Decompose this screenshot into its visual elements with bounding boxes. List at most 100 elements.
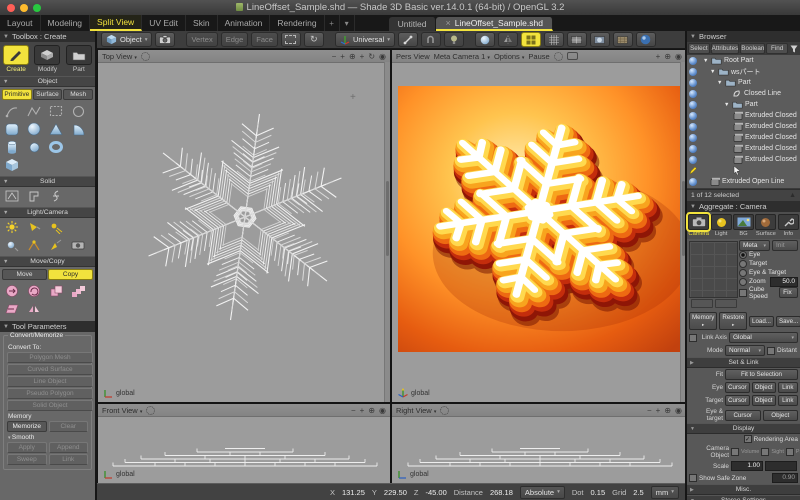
sphere-primitive[interactable]: [25, 121, 43, 137]
convert-polygon-mesh-button[interactable]: Polygon Mesh: [7, 352, 93, 363]
safe-zone-field[interactable]: 0.90: [772, 473, 798, 483]
safe-zone-checkbox[interactable]: [689, 474, 697, 482]
eye-object-button[interactable]: Object: [752, 382, 776, 393]
pan-icon[interactable]: +: [360, 52, 365, 61]
browser-tab-select[interactable]: Select: [688, 43, 710, 54]
texture-display-button[interactable]: [613, 32, 633, 47]
tab-copy[interactable]: Copy: [48, 269, 93, 280]
tab-skin[interactable]: Skin: [186, 15, 218, 31]
memory-button[interactable]: Memory ▸: [689, 312, 717, 330]
misc-section-header[interactable]: ▶Misc.: [687, 484, 800, 495]
pers-magnify-icon[interactable]: ◉: [675, 52, 682, 61]
eye-target-cursor-button[interactable]: Cursor: [725, 410, 761, 421]
camera-create-tool[interactable]: [69, 237, 87, 253]
top-view-scrollbar[interactable]: [384, 62, 390, 402]
top-view-title-dropdown[interactable]: Top View ▾: [102, 52, 137, 61]
zoom-out-icon[interactable]: −: [332, 52, 337, 61]
front-magnify-icon[interactable]: ◉: [379, 406, 386, 415]
magnify-icon[interactable]: ◉: [379, 52, 386, 61]
pen-curve-tool[interactable]: [3, 103, 21, 119]
face-mode-button[interactable]: Face: [251, 32, 278, 47]
visibility-toggle[interactable]: [689, 101, 697, 109]
visibility-toggle[interactable]: [689, 79, 697, 87]
doc-tab-untitled[interactable]: Untitled: [389, 17, 437, 31]
polyline-tool[interactable]: [25, 103, 43, 119]
rotate-tool-button[interactable]: ↻: [304, 32, 324, 47]
tab-layout[interactable]: Layout: [0, 15, 41, 31]
convert-solid-object-button[interactable]: Solid Object: [7, 400, 93, 411]
directional-light-tool[interactable]: [47, 237, 65, 253]
vertex-mode-button[interactable]: Vertex: [186, 32, 217, 47]
tab-move[interactable]: Move: [2, 269, 47, 280]
aggregate-tab-info[interactable]: Info: [778, 214, 799, 237]
radio-target[interactable]: Target: [739, 259, 798, 268]
front-zoom-out-icon[interactable]: −: [351, 406, 356, 415]
save-button[interactable]: Save...: [776, 316, 800, 327]
browser-tab-find[interactable]: Find: [766, 43, 788, 54]
toolbox-tab-modify[interactable]: Modify: [32, 44, 62, 74]
viewport-right[interactable]: Right View ▾ − + ⊕ ◉ global: [391, 403, 687, 484]
mode-dropdown[interactable]: Normal▾: [725, 345, 765, 356]
preview-button-1[interactable]: [691, 299, 713, 308]
tab-mesh[interactable]: Mesh: [63, 89, 93, 100]
right-zoom-in-icon[interactable]: +: [656, 406, 661, 415]
camera-select-dropdown[interactable]: Meta Camera 1 ▾: [434, 52, 490, 61]
cube-primitive[interactable]: [3, 157, 21, 173]
target-link-button[interactable]: Link: [778, 395, 798, 406]
browser-tab-attributes[interactable]: Attributes: [711, 43, 740, 54]
light-camera-section-header[interactable]: ▼Light/Camera: [0, 207, 95, 218]
restore-button[interactable]: Restore ▸: [719, 312, 747, 330]
grid-toggle-button[interactable]: [544, 32, 564, 47]
target-object-button[interactable]: Object: [752, 395, 776, 406]
copy-translate-tool[interactable]: [3, 283, 21, 299]
options-dropdown[interactable]: Options ▾: [494, 52, 524, 61]
preview-button-2[interactable]: [715, 299, 737, 308]
tab-modeling[interactable]: Modeling: [41, 15, 91, 31]
lightbulb-button[interactable]: [444, 32, 464, 47]
stereo-section-header[interactable]: ▼Stereo Settings: [687, 495, 800, 500]
solid-section-header[interactable]: ▼Solid: [0, 176, 95, 187]
circle-tool[interactable]: [69, 103, 87, 119]
cylinder-primitive[interactable]: [3, 139, 21, 155]
tree-row-root-part[interactable]: ▼Root Part: [687, 55, 800, 66]
visibility-toggle[interactable]: [689, 178, 697, 186]
eye-link-button[interactable]: Link: [778, 382, 798, 393]
target-cursor-button[interactable]: Cursor: [725, 395, 750, 406]
tree-row-part-2[interactable]: ▼Part: [687, 99, 800, 110]
clear-button[interactable]: Clear: [49, 421, 89, 432]
copy-shear-tool[interactable]: [3, 301, 21, 317]
tool-parameters-header[interactable]: ▼Tool Parameters: [0, 321, 95, 332]
convert-curved-surface-button[interactable]: Curved Surface: [7, 364, 93, 375]
capsule-primitive[interactable]: [25, 139, 43, 155]
toolbox-tab-create[interactable]: Create: [1, 44, 31, 74]
close-tab-icon[interactable]: ×: [445, 18, 450, 28]
browser-filter-icon[interactable]: [789, 43, 799, 54]
visibility-toggle[interactable]: [689, 156, 697, 164]
comment-bubble-icon[interactable]: [567, 52, 578, 60]
toolbox-header[interactable]: ▼Toolbox : Create: [0, 31, 95, 42]
tab-surface[interactable]: Surface: [33, 89, 63, 100]
scale-field[interactable]: 1.00: [731, 461, 763, 471]
wireframe-display-button[interactable]: [567, 32, 587, 47]
pause-button[interactable]: Pause: [528, 52, 549, 61]
scale-field-2[interactable]: [765, 461, 797, 471]
skeleton-tool-button[interactable]: [398, 32, 418, 47]
link-axis-checkbox[interactable]: [689, 334, 697, 342]
copy-mirror-tool[interactable]: [25, 301, 43, 317]
edge-mode-button[interactable]: Edge: [221, 32, 249, 47]
view-settings-gear-icon[interactable]: [141, 52, 150, 61]
quad-view-button[interactable]: [521, 32, 541, 47]
aggregate-tab-camera[interactable]: Camera: [688, 214, 709, 237]
area-light-tool[interactable]: [25, 237, 43, 253]
sight-checkbox[interactable]: [761, 448, 769, 456]
toolbox-tab-part[interactable]: Part: [64, 44, 94, 74]
distant-light-tool[interactable]: [47, 219, 65, 235]
rotate-view-icon[interactable]: ↻: [368, 52, 375, 61]
cone-primitive[interactable]: [47, 121, 65, 137]
tree-row-closed-line[interactable]: Closed Line: [687, 88, 800, 99]
pers-settings-gear-icon[interactable]: [554, 52, 563, 61]
link-axis-dropdown[interactable]: Global▾: [729, 332, 798, 343]
tree-row-extruded-closed-2[interactable]: Extruded Closed: [687, 121, 800, 132]
tab-add-button[interactable]: +: [325, 15, 340, 31]
convert-pseudo-polygon-button[interactable]: Pseudo Polygon: [7, 388, 93, 399]
